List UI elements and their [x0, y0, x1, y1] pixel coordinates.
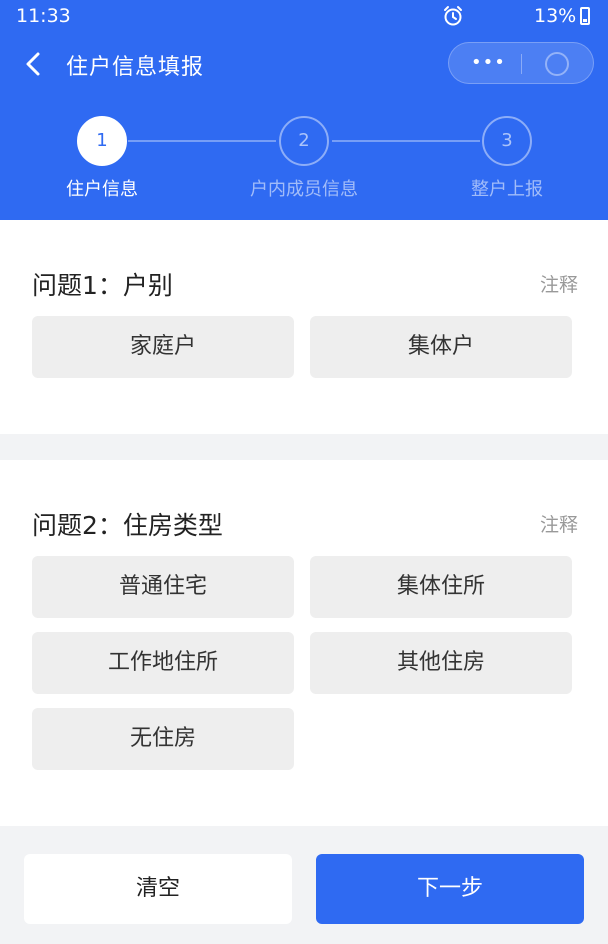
step-number: 1	[77, 116, 127, 166]
question-card-household-type: 问题1：户别 注释 家庭户 集体户	[0, 220, 608, 434]
nav-bar: 住户信息填报 •••	[0, 38, 608, 90]
step-indicator: 1 住户信息 2 户内成员信息 3 整户上报	[0, 116, 608, 206]
step-2: 2 户内成员信息	[224, 116, 384, 201]
step-label: 户内成员信息	[250, 179, 358, 200]
close-icon[interactable]	[545, 52, 569, 76]
option-ordinary-residence[interactable]: 普通住宅	[32, 556, 294, 618]
footer-actions: 清空 下一步	[0, 826, 608, 944]
status-bar: 11:33 13%	[0, 0, 608, 34]
clear-button[interactable]: 清空	[24, 854, 292, 924]
question-note-link[interactable]: 注释	[540, 270, 578, 297]
option-no-housing[interactable]: 无住房	[32, 708, 294, 770]
page-title: 住户信息填报	[66, 55, 205, 80]
status-time: 11:33	[16, 5, 71, 27]
question-title: 问题2：住房类型	[32, 511, 223, 540]
battery-percentage: 13%	[534, 5, 577, 27]
back-arrow-icon[interactable]	[16, 44, 52, 84]
question-title: 问题1：户别	[32, 271, 173, 300]
option-collective-household[interactable]: 集体户	[310, 316, 572, 378]
question-card-housing-type: 问题2：住房类型 注释 普通住宅 集体住所 工作地住所 其他住房 无住房	[0, 460, 608, 826]
step-number: 2	[279, 116, 329, 166]
option-workplace-residence[interactable]: 工作地住所	[32, 632, 294, 694]
option-family-household[interactable]: 家庭户	[32, 316, 294, 378]
question-note-link[interactable]: 注释	[540, 510, 578, 537]
battery-icon	[580, 7, 590, 25]
step-3: 3 整户上报	[427, 116, 587, 201]
step-1: 1 住户信息	[22, 116, 182, 201]
more-menu-icon[interactable]: •••	[471, 54, 506, 72]
option-collective-residence[interactable]: 集体住所	[310, 556, 572, 618]
header: 11:33 13% 住户信息填报 ••• 1 住户信息 2 户内成员信息 3 整…	[0, 0, 608, 220]
step-number: 3	[482, 116, 532, 166]
alarm-icon	[444, 6, 462, 26]
miniapp-capsule: •••	[448, 42, 594, 84]
step-label: 住户信息	[66, 179, 138, 200]
step-label: 整户上报	[471, 179, 543, 200]
next-step-button[interactable]: 下一步	[316, 854, 584, 924]
option-other-housing[interactable]: 其他住房	[310, 632, 572, 694]
capsule-divider	[521, 54, 522, 74]
